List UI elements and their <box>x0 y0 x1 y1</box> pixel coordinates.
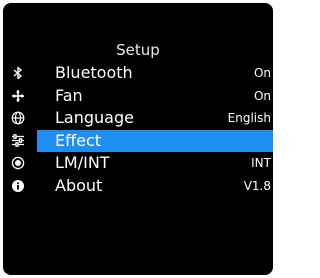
menu-item-about-bar[interactable]: About V1.8 <box>37 175 273 198</box>
equalizer-icon <box>3 130 32 153</box>
menu-item-about[interactable]: About V1.8 <box>3 175 273 198</box>
menu-item-value: On <box>253 66 271 80</box>
menu-item-label: Effect <box>55 130 102 150</box>
screen-title: Setup <box>116 41 160 59</box>
menu-item-fan-bar[interactable]: Fan On <box>37 85 273 108</box>
info-icon <box>3 175 32 198</box>
menu-item-language-bar[interactable]: Language English <box>37 107 273 130</box>
menu-item-value: On <box>253 88 271 103</box>
menu-item-bluetooth[interactable]: Bluetooth On <box>3 62 273 85</box>
menu-item-fan[interactable]: Fan On <box>3 85 273 108</box>
fan-icon <box>3 85 32 108</box>
menu-item-effect-bar[interactable]: Effect <box>37 129 273 152</box>
settings-menu: Bluetooth On Fan On Language English Eff… <box>3 62 273 197</box>
menu-item-language[interactable]: Language English <box>3 107 273 130</box>
target-icon <box>3 152 32 175</box>
menu-item-value: English <box>227 111 271 125</box>
menu-item-effect[interactable]: Effect <box>3 129 273 153</box>
menu-item-lm-int[interactable]: LM/INT INT <box>3 152 273 175</box>
menu-item-lm-int-bar[interactable]: LM/INT INT <box>37 152 273 175</box>
menu-item-label: Language <box>55 108 134 127</box>
menu-item-value: V1.8 <box>243 178 271 193</box>
menu-item-bluetooth-bar[interactable]: Bluetooth On <box>37 62 273 85</box>
menu-item-label: Fan <box>55 85 83 105</box>
device-screen: Setup Bluetooth On Fan On Language Engli… <box>3 3 273 275</box>
menu-item-value: INT <box>251 156 271 170</box>
menu-item-label: LM/INT <box>55 153 110 172</box>
globe-icon <box>3 107 32 130</box>
bluetooth-icon <box>3 62 32 85</box>
menu-item-label: About <box>55 175 103 195</box>
menu-item-label: Bluetooth <box>55 63 133 82</box>
